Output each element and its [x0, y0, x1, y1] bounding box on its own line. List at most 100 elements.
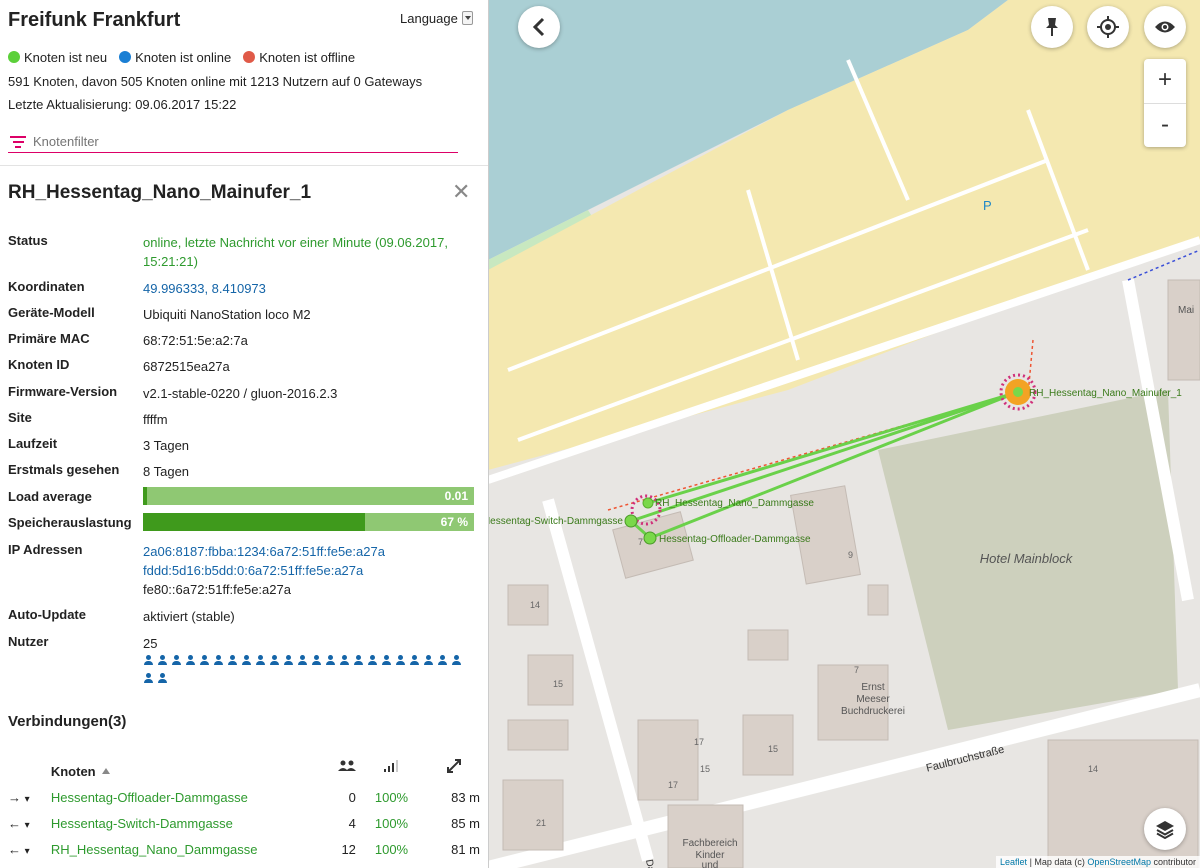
map-pin-icon[interactable]: ▾ [25, 820, 30, 831]
table-row[interactable]: → ▾ Hessentag-Offloader-Dammgasse 0 100%… [0, 784, 480, 810]
filter-icon[interactable] [10, 136, 26, 148]
map-attribution: Leaflet | Map data (c) OpenStreetMap con… [996, 856, 1200, 868]
user-icon [255, 655, 267, 666]
sort-asc-icon [101, 767, 110, 774]
map[interactable]: RH_Hessentag_Nano_Mainufer_1 RH_Hessenta… [488, 0, 1200, 868]
user-icon [381, 655, 393, 666]
map-canvas[interactable]: RH_Hessentag_Nano_Mainufer_1 RH_Hessenta… [488, 0, 1200, 868]
user-icon [241, 655, 253, 666]
user-icon [311, 655, 323, 666]
osm-link[interactable]: OpenStreetMap [1087, 857, 1151, 867]
user-icon [143, 655, 155, 666]
direction-arrow-icon: ← [8, 815, 21, 831]
expand-icon [446, 758, 461, 773]
view-button[interactable] [1144, 6, 1186, 48]
layers-button[interactable] [1144, 808, 1186, 850]
pushpin-icon [1046, 18, 1058, 36]
user-icon [325, 655, 337, 666]
user-icon [437, 655, 449, 666]
dot-new-icon [8, 51, 20, 63]
load-bar: 0.01 [143, 487, 474, 505]
coordinates-link[interactable]: 49.996333, 8.410973 [143, 279, 473, 298]
close-icon[interactable]: ✕ [452, 181, 470, 203]
leaflet-link[interactable]: Leaflet [1000, 857, 1027, 867]
load-bar-fill [143, 487, 147, 505]
user-icon [367, 655, 379, 666]
svg-text:17: 17 [668, 780, 678, 790]
sidebar-header: Freifunk Frankfurt Language Knoten ist n… [0, 0, 488, 166]
svg-text:15: 15 [553, 679, 563, 689]
table-header: Knoten [0, 750, 480, 784]
svg-text:14: 14 [530, 600, 540, 610]
main-node-label: RH_Hessentag_Nano_Mainufer_1 [1029, 388, 1182, 399]
ip-text: fe80::6a72:51ff:fe5e:a27a [143, 582, 291, 597]
node-filter [8, 134, 458, 153]
back-button[interactable] [518, 6, 560, 48]
connection-link[interactable]: RH_Hessentag_Nano_Dammgasse [51, 836, 310, 862]
svg-text:9: 9 [848, 550, 853, 560]
user-icon [395, 655, 407, 666]
svg-text:7: 7 [854, 665, 859, 675]
column-clients[interactable] [310, 750, 356, 784]
user-icon [451, 655, 463, 666]
offloader-marker[interactable] [643, 531, 657, 545]
app-title: Freifunk Frankfurt [8, 9, 181, 31]
svg-text:17: 17 [694, 737, 704, 747]
svg-text:Mai: Mai [1178, 305, 1194, 316]
svg-text:Meeser: Meeser [856, 694, 890, 705]
user-icon [227, 655, 239, 666]
network-stats: 591 Knoten, davon 505 Knoten online mit … [8, 74, 423, 89]
ip-link[interactable]: 2a06:8187:fbba:1234:6a72:51ff:fe5e:a27a [143, 542, 473, 561]
language-label: Language [400, 11, 458, 26]
user-icon [143, 673, 155, 684]
ip-link[interactable]: fddd:5d16:b5dd:0:6a72:51ff:fe5e:a27a [143, 561, 473, 580]
hotel-label: Hotel Mainblock [980, 551, 1074, 566]
memory-bar: 67 % [143, 513, 474, 531]
connections-title: Verbindungen(3) [8, 713, 127, 730]
map-pin-icon[interactable]: ▾ [25, 846, 30, 857]
legend-offline: Knoten ist offline [243, 50, 355, 65]
pin-button[interactable] [1031, 6, 1073, 48]
connections-table: Knoten → ▾ Hessentag-Offloader-Dammgasse… [0, 750, 480, 862]
connection-link[interactable]: Hessentag-Offloader-Dammgasse [51, 784, 310, 810]
svg-text:Dar: Dar [643, 859, 657, 868]
connection-link[interactable]: Hessentag-Switch-Dammgasse [51, 810, 310, 836]
chevron-down-icon [461, 11, 473, 25]
svg-text:21: 21 [536, 818, 546, 828]
map-pin-icon[interactable]: ▾ [25, 794, 30, 805]
chevron-left-icon [532, 17, 545, 37]
zoom-out-button[interactable]: - [1144, 104, 1186, 148]
direction-arrow-icon: → [8, 789, 21, 805]
column-tq[interactable] [356, 750, 427, 784]
language-select[interactable]: Language [400, 11, 473, 26]
svg-text:7: 7 [638, 537, 643, 547]
column-node[interactable]: Knoten [51, 750, 310, 784]
direction-arrow-icon: ← [8, 841, 21, 857]
zoom-in-button[interactable]: + [1144, 59, 1186, 104]
table-row[interactable]: ← ▾ RH_Hessentag_Nano_Dammgasse 12 100% … [0, 836, 480, 862]
table-row[interactable]: ← ▾ Hessentag-Switch-Dammgasse 4 100% 85… [0, 810, 480, 836]
locate-button[interactable] [1087, 6, 1129, 48]
user-icon [297, 655, 309, 666]
dot-online-icon [119, 51, 132, 63]
svg-text:und: und [702, 860, 719, 868]
user-icon [157, 673, 169, 684]
clients-icon [337, 760, 356, 771]
user-icon [423, 655, 435, 666]
column-distance[interactable] [427, 750, 480, 784]
svg-text:Fachbereich: Fachbereich [682, 838, 737, 849]
user-icon [339, 655, 351, 666]
user-icon [283, 655, 295, 666]
svg-text:15: 15 [700, 764, 710, 774]
sidebar: Freifunk Frankfurt Language Knoten ist n… [0, 0, 489, 868]
signal-icon [384, 759, 399, 772]
switch-marker[interactable] [624, 514, 638, 528]
user-icon [353, 655, 365, 666]
node-filter-input[interactable] [33, 134, 453, 149]
dot-offline-icon [243, 51, 256, 63]
legend: Knoten ist neu Knoten ist online Knoten … [8, 50, 355, 65]
user-icons [143, 653, 478, 689]
legend-new: Knoten ist neu [8, 50, 107, 65]
memory-bar-fill [143, 513, 365, 531]
user-icon [409, 655, 421, 666]
